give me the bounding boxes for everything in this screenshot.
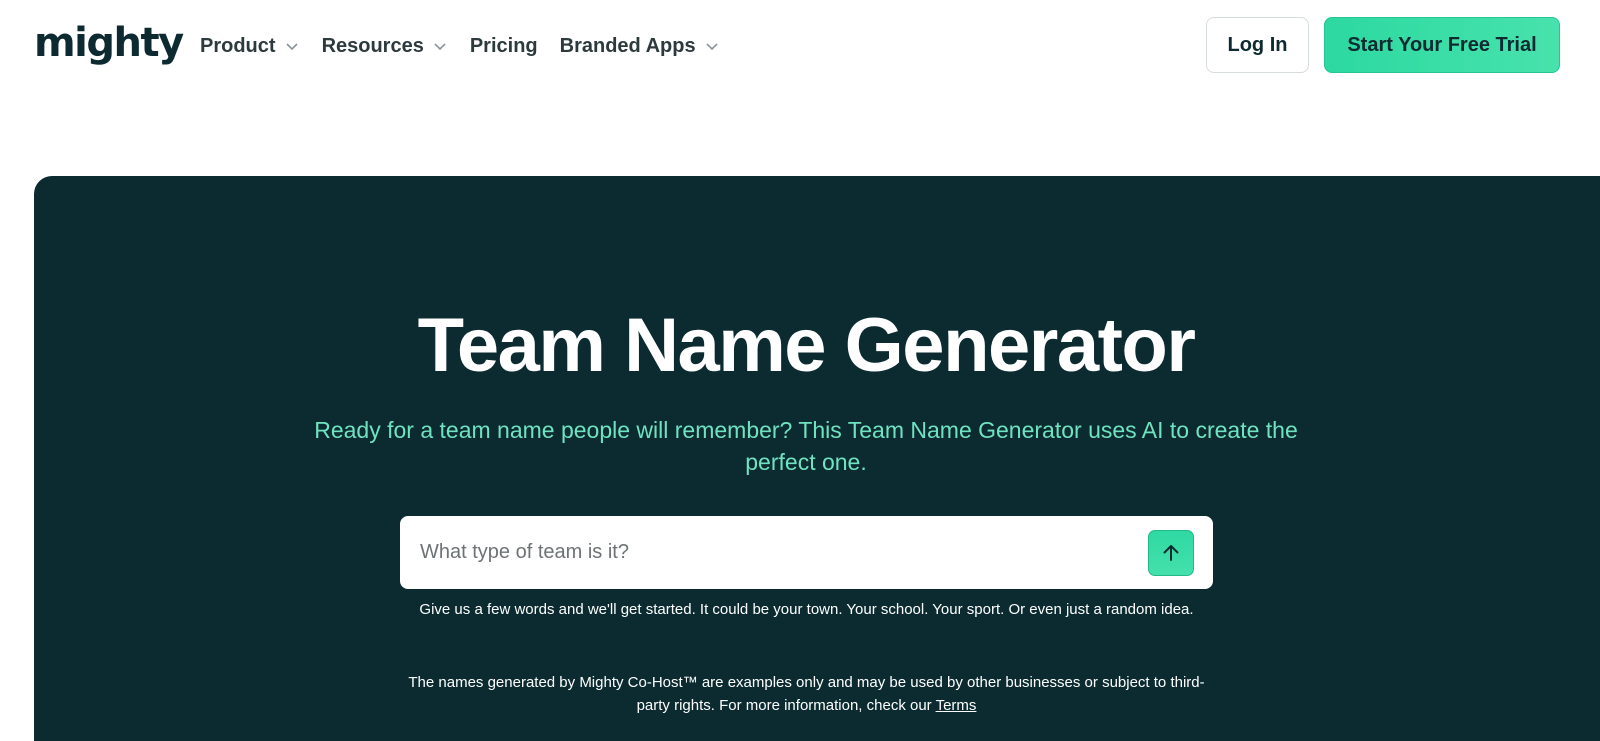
- login-button[interactable]: Log In: [1206, 17, 1309, 73]
- hero-subtitle: Ready for a team name people will rememb…: [314, 417, 1298, 475]
- disclaimer-text: The names generated by Mighty Co-Host™ a…: [408, 674, 1205, 714]
- nav-branded-apps-label: Branded Apps: [559, 35, 696, 57]
- nav-pricing-label: Pricing: [469, 35, 538, 57]
- chevron-down-icon: [706, 43, 718, 51]
- team-type-input-box: [400, 516, 1213, 589]
- hero-section: Team Name Generator Ready for a team nam…: [34, 176, 1600, 741]
- terms-link[interactable]: Terms: [936, 697, 977, 714]
- start-free-trial-button[interactable]: Start Your Free Trial: [1324, 17, 1560, 73]
- nav-product-label: Product: [200, 35, 276, 57]
- nav-resources[interactable]: Resources: [322, 26, 448, 66]
- nav-pricing[interactable]: Pricing: [470, 26, 538, 66]
- chevron-down-icon: [434, 43, 446, 51]
- chevron-down-icon: [285, 43, 298, 51]
- disclaimer: The names generated by Mighty Co-Host™ a…: [400, 671, 1213, 717]
- mighty-logo[interactable]: mighty: [34, 18, 184, 68]
- nav-resources-label: Resources: [321, 35, 424, 57]
- page-title: Team Name Generator: [417, 303, 1196, 388]
- input-hint: Give us a few words and we'll get starte…: [419, 601, 1194, 618]
- site-header: mighty Product Resources Pricing Branded…: [0, 0, 1600, 92]
- nav-product[interactable]: Product: [200, 26, 300, 66]
- submit-button[interactable]: [1148, 530, 1194, 576]
- team-type-input[interactable]: [420, 532, 1140, 572]
- arrow-up-icon: [1163, 545, 1179, 561]
- nav-branded-apps[interactable]: Branded Apps: [560, 26, 720, 66]
- main-nav: Product Resources Pricing Branded Apps: [200, 26, 742, 66]
